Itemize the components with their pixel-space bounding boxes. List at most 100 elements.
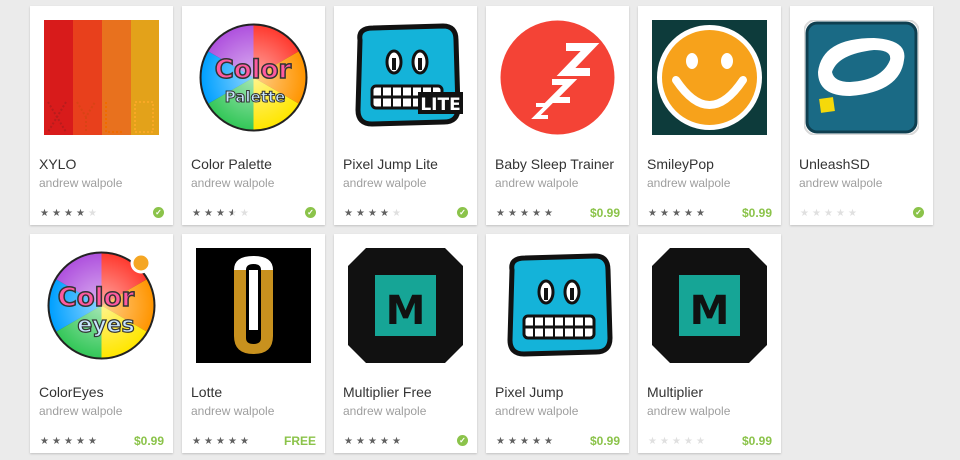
star-icon: ★ [344,436,353,447]
app-developer: andrew walpole [343,404,427,418]
rating-stars: ★ ★ ★ ★ ★ [344,209,404,219]
star-icon: ★ [544,436,553,447]
app-developer: andrew walpole [39,176,123,190]
svg-text:eyes: eyes [77,313,134,338]
star-icon: ★ [800,208,809,219]
svg-text:Color: Color [215,55,292,85]
star-icon: ★ [40,208,49,219]
star-icon: ★ [824,208,833,219]
app-price: $0.99 [741,434,772,448]
app-developer: andrew walpole [191,176,275,190]
star-icon: ★ [344,208,353,219]
star-icon: ★ [216,208,225,219]
star-icon: ★ [508,436,517,447]
rating-stars: ★ ★ ★ ★ ★ [192,208,252,220]
app-title: Lotte [191,384,223,400]
rating-stars: ★ ★ ★ ★ ★ [40,437,100,447]
star-icon: ★ [672,208,681,219]
app-title: Baby Sleep Trainer [495,156,615,172]
star-icon: ★ [836,208,845,219]
app-price: FREE [283,434,316,448]
installed-check-icon: ✓ [457,207,468,218]
app-card-pixel-jump[interactable]: Pixel Jump andrew walpole ★ ★ ★ ★ ★ $0.99 [486,234,629,453]
star-icon: ★ [544,208,553,219]
installed-check-icon: ✓ [305,207,316,218]
star-icon: ★ [508,208,517,219]
app-grid: XYLO andrew walpole ★ ★ ★ ★ ★ ✓ Color Palett… [0,0,960,460]
star-icon: ★ [88,208,97,219]
app-title: Multiplier [647,384,704,400]
installed-check-icon: ✓ [457,435,468,446]
app-card-pixel-jump-lite[interactable]: LITE Pixel Jump Lite andrew walpole ★ ★ ★ ★… [334,6,477,225]
star-icon: ★ [392,436,401,447]
app-developer: andrew walpole [647,404,731,418]
app-card-smileypop[interactable]: SmileyPop andrew walpole ★ ★ ★ ★ ★ $0.99 [638,6,781,225]
star-icon: ★ [240,208,249,219]
star-icon: ★ [64,436,73,447]
installed-check-icon: ✓ [153,207,164,218]
app-price: $0.99 [589,206,620,220]
unleashsd-icon [804,20,919,135]
app-title: UnleashSD [799,156,870,172]
app-developer: andrew walpole [799,176,883,190]
star-icon: ★ [520,436,529,447]
star-icon: ★ [648,208,657,219]
star-icon: ★ [496,436,505,447]
star-icon: ★ [240,436,249,447]
star-icon: ★ [520,208,529,219]
app-card-coloreyes[interactable]: Color eyes ColorEyes andrew walpole ★ ★ ★ ★… [30,234,173,453]
star-icon: ★ [848,208,857,219]
star-icon: ★ [812,208,821,219]
rating-stars: ★ ★ ★ ★ ★ [192,437,252,447]
coloreyes-icon: Color eyes [47,251,156,360]
star-icon: ★ [76,436,85,447]
rating-stars: ★ ★ ★ ★ ★ [496,437,556,447]
app-card-xylo[interactable]: XYLO andrew walpole ★ ★ ★ ★ ★ ✓ [30,6,173,225]
star-icon: ★ [684,208,693,219]
star-icon: ★ [52,208,61,219]
installed-check-icon: ✓ [913,207,924,218]
app-card-multiplier-free[interactable]: M Multiplier Free andrew walpole ★ ★ ★ ★ ★ ✓ [334,234,477,453]
star-icon: ★ [228,436,237,447]
star-icon: ★ [64,208,73,219]
star-icon: ★ [496,208,505,219]
color-palette-icon: Color Palette [199,23,308,132]
app-developer: andrew walpole [343,176,427,190]
lotte-icon [196,248,311,363]
star-icon: ★ [40,436,49,447]
star-icon: ★ [368,208,377,219]
star-icon: ★ [88,436,97,447]
pixel-jump-icon [507,253,613,357]
app-developer: andrew walpole [495,404,579,418]
svg-text:M: M [386,288,426,334]
star-icon: ★ [696,436,705,447]
star-icon: ★ [204,208,213,219]
rating-stars: ★ ★ ★ ★ ★ [496,209,556,219]
baby-sleep-icon [500,20,615,135]
svg-text:M: M [690,288,730,334]
app-title: XYLO [39,156,77,172]
app-title: Pixel Jump Lite [343,156,438,172]
star-icon: ★ [204,436,213,447]
app-developer: andrew walpole [191,404,275,418]
star-icon: ★ [216,436,225,447]
app-card-color-palette[interactable]: Color Palette Color Palette andrew walpo… [182,6,325,225]
pixel-jump-lite-icon: LITE [355,23,463,127]
star-icon: ★ [684,436,693,447]
app-card-unleashsd[interactable]: UnleashSD andrew walpole ★ ★ ★ ★ ★ ✓ [790,6,933,225]
app-developer: andrew walpole [495,176,579,190]
star-icon: ★ [228,209,238,220]
star-icon: ★ [192,208,201,219]
star-icon: ★ [380,436,389,447]
app-card-multiplier[interactable]: M Multiplier andrew walpole ★ ★ ★ ★ ★ $0.99 [638,234,781,453]
star-icon: ★ [660,436,669,447]
star-icon: ★ [696,208,705,219]
svg-text:Palette: Palette [225,88,286,106]
app-card-lotte[interactable]: Lotte andrew walpole ★ ★ ★ ★ ★ FREE [182,234,325,453]
rating-stars: ★ ★ ★ ★ ★ [648,437,708,447]
app-title: SmileyPop [647,156,714,172]
smileypop-icon [652,20,767,135]
star-icon: ★ [356,208,365,219]
app-card-baby-sleep-trainer[interactable]: Baby Sleep Trainer andrew walpole ★ ★ ★ ★ ★ … [486,6,629,225]
app-price: $0.99 [589,434,620,448]
